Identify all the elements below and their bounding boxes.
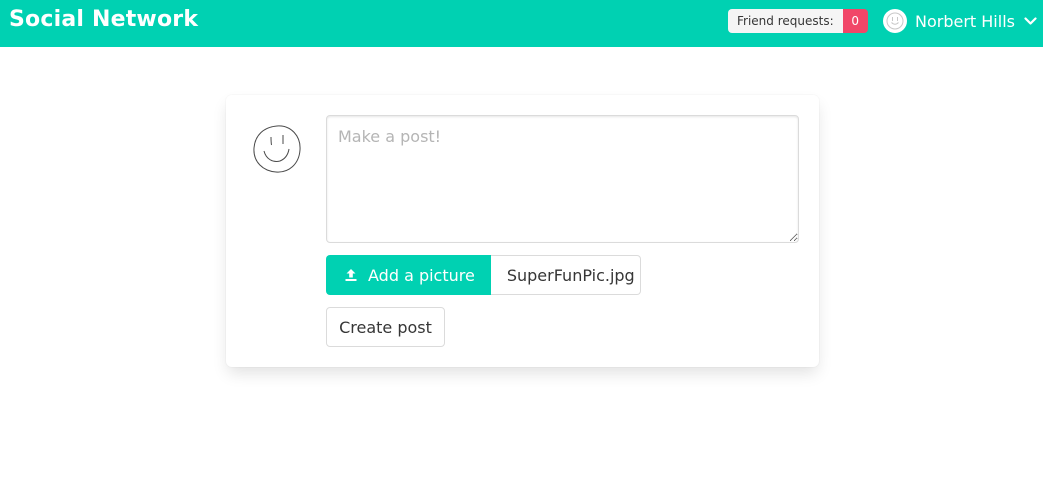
friend-requests-count-badge: 0 bbox=[842, 9, 868, 33]
add-picture-label: Add a picture bbox=[368, 265, 475, 285]
upload-icon bbox=[344, 268, 358, 282]
post-form-card: Add a picture SuperFunPic.jpg Create pos… bbox=[226, 95, 819, 367]
chevron-down-icon bbox=[1024, 16, 1037, 26]
friend-requests-label: Friend requests: bbox=[728, 9, 843, 33]
post-textarea[interactable] bbox=[326, 115, 799, 243]
add-picture-button[interactable]: Add a picture bbox=[326, 255, 491, 295]
friend-requests-button[interactable]: Friend requests: 0 bbox=[728, 9, 868, 33]
brand-title[interactable]: Social Network bbox=[9, 7, 198, 32]
create-post-button[interactable]: Create post bbox=[326, 307, 445, 347]
navbar: Social Network Friend requests: 0 Norber… bbox=[0, 0, 1043, 47]
user-menu[interactable]: Norbert Hills bbox=[883, 9, 1037, 33]
file-upload: Add a picture SuperFunPic.jpg bbox=[326, 255, 641, 295]
user-name: Norbert Hills bbox=[915, 11, 1015, 31]
smiley-face-icon bbox=[251, 123, 303, 175]
user-avatar-icon bbox=[883, 9, 907, 33]
selected-file-name: SuperFunPic.jpg bbox=[490, 255, 641, 295]
